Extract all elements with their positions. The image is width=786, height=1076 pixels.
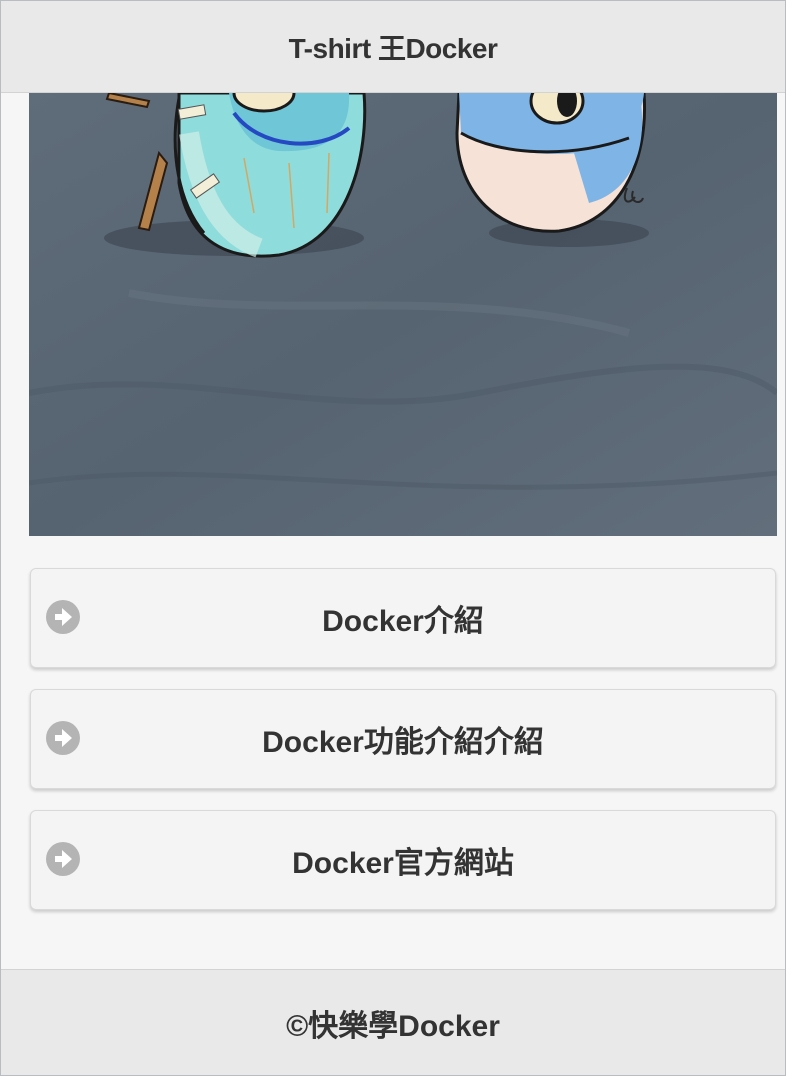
arrow-right-icon — [46, 721, 80, 755]
page-footer: ©快樂學Docker — [1, 969, 785, 1075]
arrow-right-icon — [46, 842, 80, 876]
page-title: T-shirt 王Docker — [288, 32, 498, 64]
arrow-right-icon — [46, 600, 80, 634]
button-label: Docker官方網站 — [292, 847, 514, 880]
button-label: Docker功能介紹介紹 — [262, 726, 544, 759]
docker-tshirt-photo — [29, 93, 777, 536]
docker-intro-button[interactable]: Docker介紹 — [30, 568, 776, 668]
footer-text: ©快樂學Docker — [286, 1010, 500, 1043]
button-label: Docker介紹 — [322, 605, 484, 638]
docker-official-site-button[interactable]: Docker官方網站 — [30, 810, 776, 910]
page-frame: T-shirt 王Docker Docker介紹 Docker功能介紹介紹 Do… — [0, 0, 786, 1076]
page-header: T-shirt 王Docker — [1, 1, 785, 93]
docker-features-button[interactable]: Docker功能介紹介紹 — [30, 689, 776, 789]
